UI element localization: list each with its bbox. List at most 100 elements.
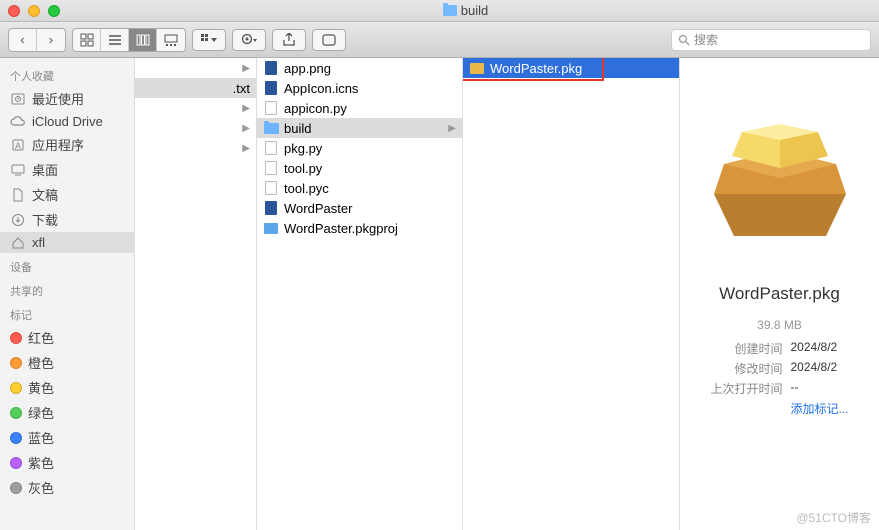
view-icon-button[interactable] xyxy=(73,29,101,51)
view-gallery-button[interactable] xyxy=(157,29,185,51)
home-icon xyxy=(10,236,26,250)
sidebar-item-label: 紫色 xyxy=(28,453,54,472)
folder-icon xyxy=(264,123,279,134)
nav-buttons: ‹ › xyxy=(8,28,66,52)
file-label: .txt xyxy=(233,81,250,96)
sidebar-heading: 标记 xyxy=(0,301,134,325)
search-icon xyxy=(678,34,690,46)
file-label: AppIcon.icns xyxy=(284,81,358,96)
chevron-right-icon: ▶ xyxy=(242,123,250,134)
tag-dot-icon xyxy=(10,332,22,344)
chevron-right-icon: ▶ xyxy=(242,63,250,74)
window-title: build xyxy=(461,3,488,18)
sidebar-item[interactable]: 灰色 xyxy=(0,475,134,500)
share-button[interactable] xyxy=(272,29,306,51)
arrange-button[interactable] xyxy=(192,29,226,51)
file-icon xyxy=(265,141,277,155)
sidebar-item[interactable]: iCloud Drive xyxy=(0,111,134,132)
sidebar-item[interactable]: 红色 xyxy=(0,325,134,350)
sidebar-item-label: 蓝色 xyxy=(28,428,54,447)
sidebar-heading: 共享的 xyxy=(0,277,134,301)
sidebar-item-label: iCloud Drive xyxy=(32,114,103,129)
apps-icon: A xyxy=(10,138,26,152)
file-label: WordPaster.pkg xyxy=(490,61,582,76)
column-3: WordPaster.pkg xyxy=(463,58,680,530)
list-item[interactable]: pkg.py xyxy=(257,138,462,158)
list-item[interactable]: build ▶ xyxy=(257,118,462,138)
sidebar: 个人收藏最近使用iCloud DriveA应用程序桌面文稿下载xfl设备共享的标… xyxy=(0,58,135,530)
chevron-right-icon: ▶ xyxy=(448,123,456,134)
sidebar-item-label: xfl xyxy=(32,235,45,250)
file-icon xyxy=(265,201,277,215)
modified-label: 修改时间 xyxy=(710,360,782,377)
sidebar-heading: 设备 xyxy=(0,253,134,277)
sidebar-item-label: 应用程序 xyxy=(32,135,84,154)
sidebar-item[interactable]: 黄色 xyxy=(0,375,134,400)
sidebar-item[interactable]: 最近使用 xyxy=(0,86,134,111)
search-field[interactable]: 搜索 xyxy=(671,29,871,51)
view-list-button[interactable] xyxy=(101,29,129,51)
file-label: tool.pyc xyxy=(284,181,329,196)
sidebar-item-label: 桌面 xyxy=(32,160,58,179)
download-icon xyxy=(10,213,26,227)
titlebar: build xyxy=(0,0,879,22)
sidebar-item-label: 红色 xyxy=(28,328,54,347)
list-item[interactable]: AppIcon.icns xyxy=(257,78,462,98)
chevron-right-icon: ▶ xyxy=(242,143,250,154)
file-label: WordPaster xyxy=(284,201,352,216)
list-item[interactable]: ▶ xyxy=(135,118,256,138)
action-button[interactable] xyxy=(232,29,266,51)
minimize-button[interactable] xyxy=(28,5,40,17)
package-icon xyxy=(470,63,484,74)
tag-dot-icon xyxy=(10,382,22,394)
file-icon xyxy=(265,161,277,175)
tag-dot-icon xyxy=(10,407,22,419)
sidebar-item[interactable]: 蓝色 xyxy=(0,425,134,450)
forward-button[interactable]: › xyxy=(37,29,65,51)
search-placeholder: 搜索 xyxy=(694,31,718,48)
opened-value: -- xyxy=(791,380,849,397)
list-item[interactable]: ▶ xyxy=(135,98,256,118)
list-item[interactable]: appicon.py xyxy=(257,98,462,118)
list-item[interactable]: .txt xyxy=(135,78,256,98)
preview-pane: WordPaster.pkg 39.8 MB 创建时间 2024/8/2 修改时… xyxy=(680,58,879,530)
add-tag-link[interactable]: 添加标记... xyxy=(791,400,849,417)
file-label: build xyxy=(284,121,311,136)
list-item[interactable]: tool.pyc xyxy=(257,178,462,198)
package-icon xyxy=(700,96,860,256)
sidebar-item[interactable]: 文稿 xyxy=(0,182,134,207)
folder-icon xyxy=(443,5,457,16)
desktop-icon xyxy=(10,163,26,177)
list-item[interactable]: ▶ xyxy=(135,138,256,158)
watermark: @51CTO博客 xyxy=(796,509,871,526)
close-button[interactable] xyxy=(8,5,20,17)
maximize-button[interactable] xyxy=(48,5,60,17)
sidebar-item-label: 橙色 xyxy=(28,353,54,372)
opened-label: 上次打开时间 xyxy=(710,380,782,397)
doc-icon xyxy=(10,188,26,202)
list-item[interactable]: WordPaster xyxy=(257,198,462,218)
file-label: WordPaster.pkgproj xyxy=(284,221,398,236)
preview-size: 39.8 MB xyxy=(757,318,802,332)
view-column-button[interactable] xyxy=(129,29,157,51)
sidebar-item[interactable]: xfl xyxy=(0,232,134,253)
sidebar-item[interactable]: 下载 xyxy=(0,207,134,232)
window-controls xyxy=(8,5,60,17)
sidebar-item[interactable]: 桌面 xyxy=(0,157,134,182)
list-item[interactable]: WordPaster.pkgproj xyxy=(257,218,462,238)
tag-dot-icon xyxy=(10,482,22,494)
list-item[interactable]: ▶ xyxy=(135,58,256,78)
toolbar: ‹ › 搜索 xyxy=(0,22,879,58)
list-item[interactable]: tool.py xyxy=(257,158,462,178)
file-label: app.png xyxy=(284,61,331,76)
list-item[interactable]: app.png xyxy=(257,58,462,78)
back-button[interactable]: ‹ xyxy=(9,29,37,51)
list-item[interactable]: WordPaster.pkg xyxy=(463,58,679,78)
tags-button[interactable] xyxy=(312,29,346,51)
sidebar-item-label: 最近使用 xyxy=(32,89,84,108)
sidebar-item[interactable]: 紫色 xyxy=(0,450,134,475)
sidebar-item[interactable]: 绿色 xyxy=(0,400,134,425)
file-icon xyxy=(265,181,277,195)
sidebar-item[interactable]: A 应用程序 xyxy=(0,132,134,157)
sidebar-item[interactable]: 橙色 xyxy=(0,350,134,375)
